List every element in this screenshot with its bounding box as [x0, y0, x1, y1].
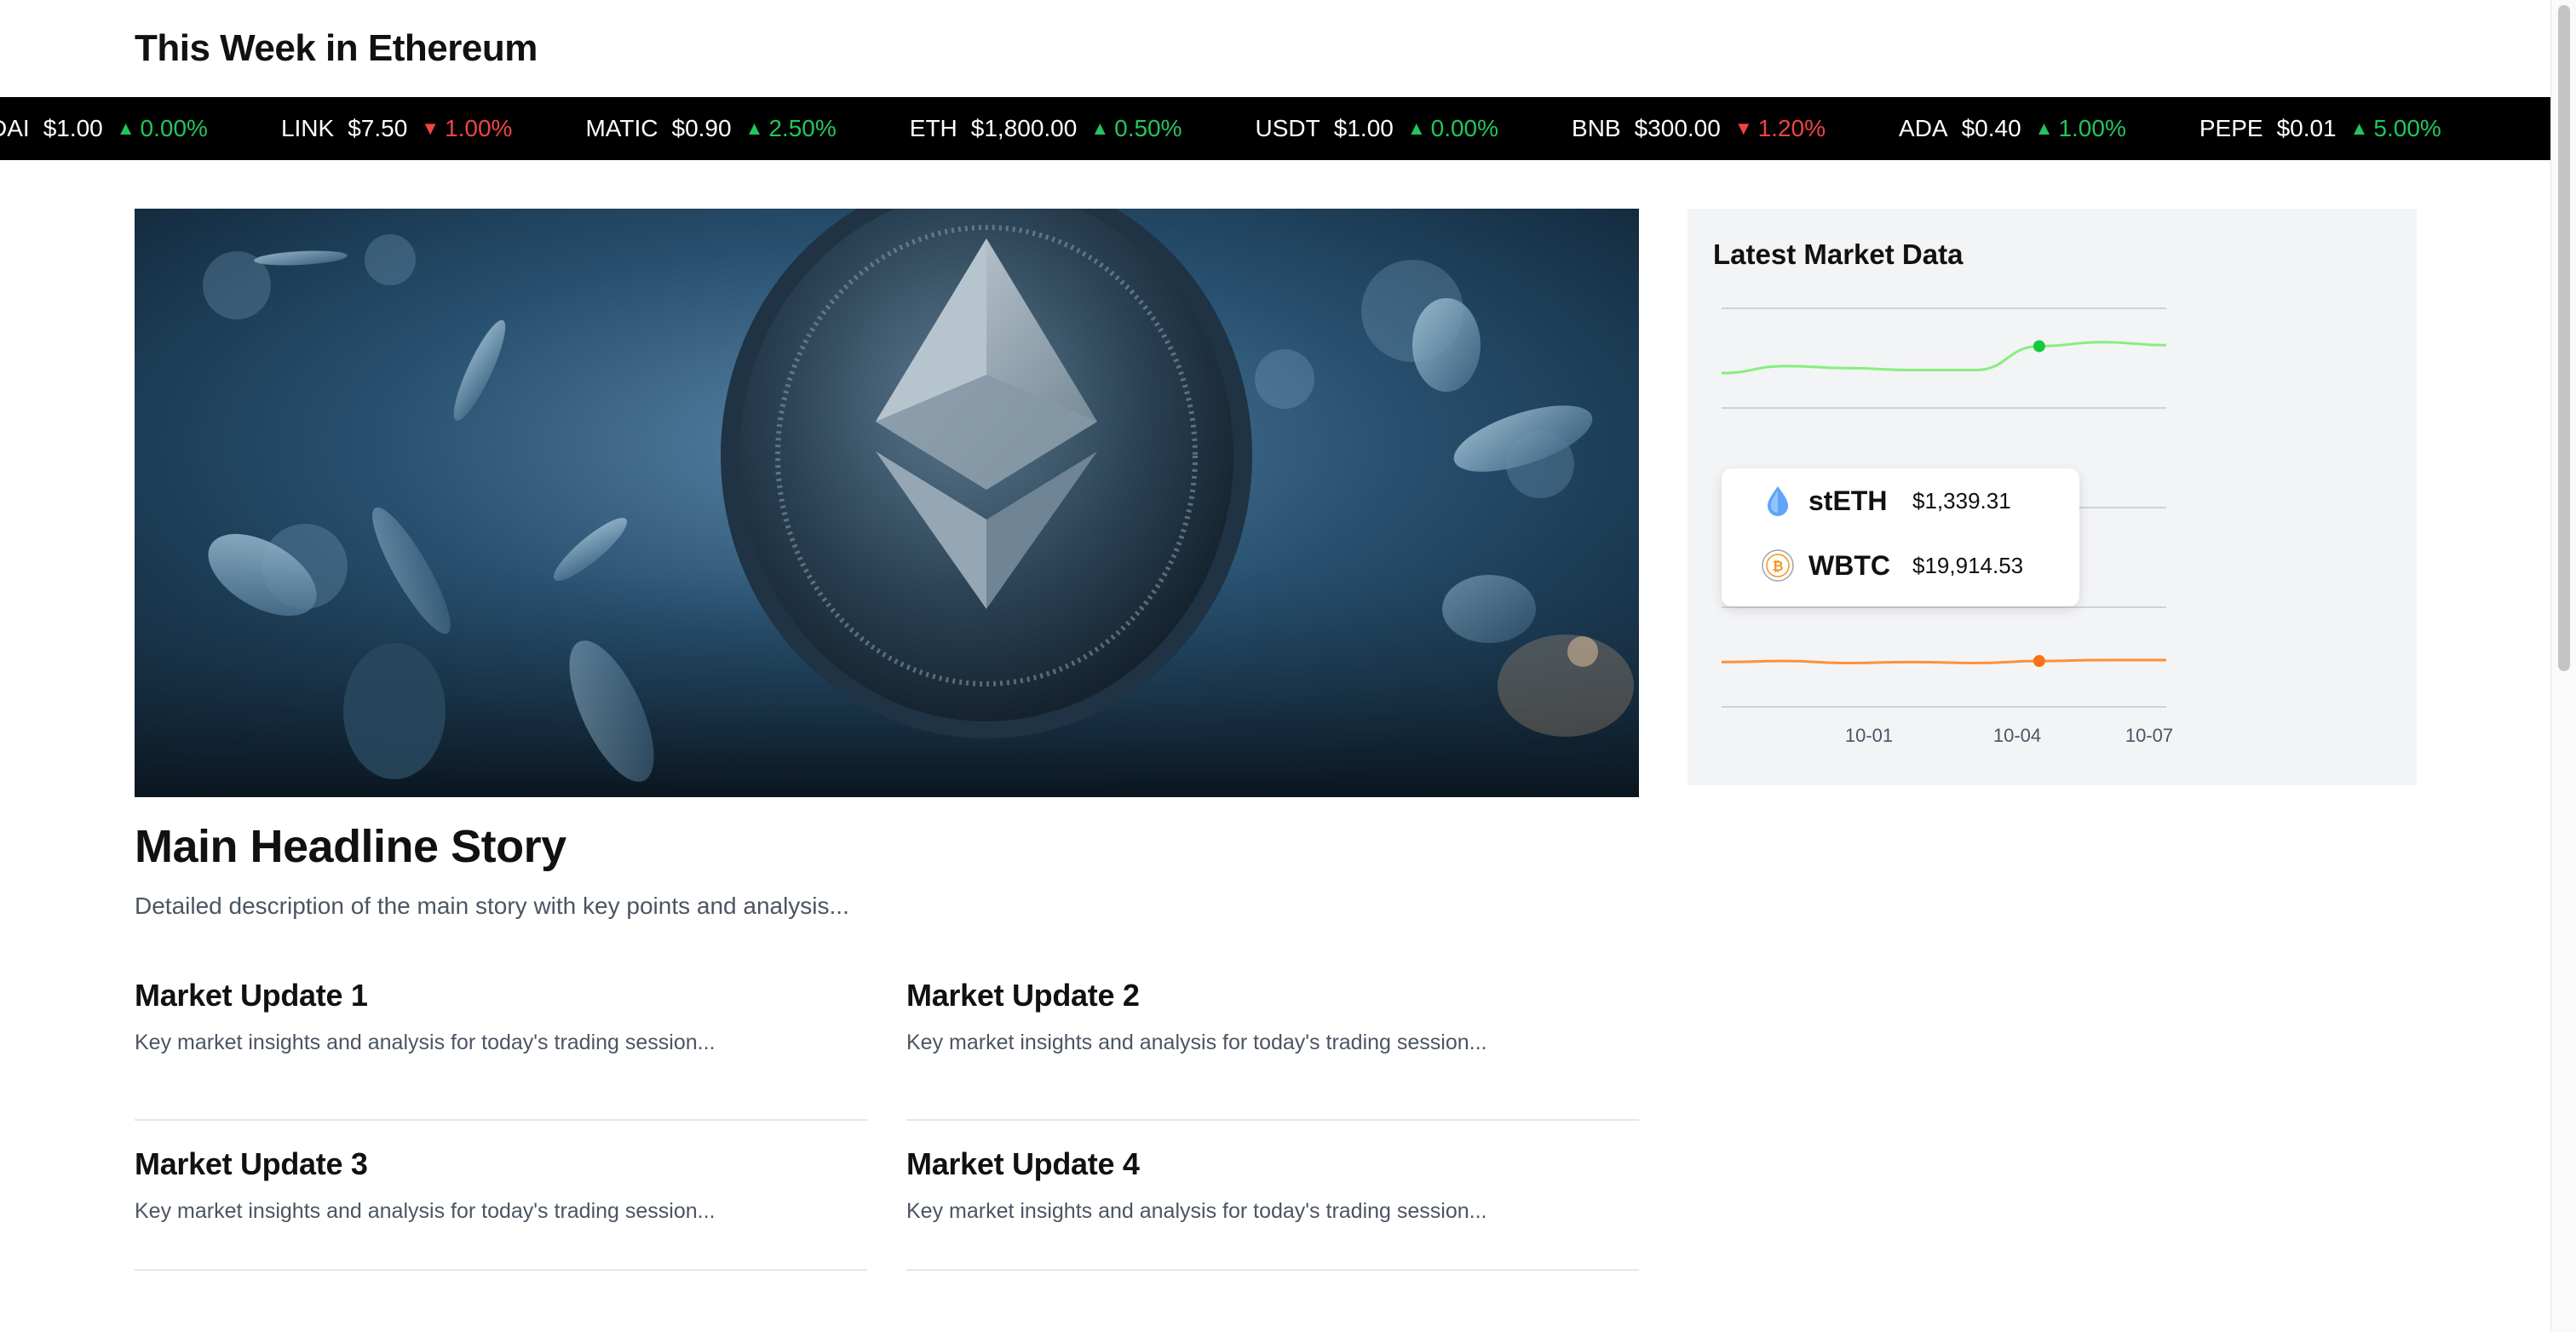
ticker-change-value: 2.50%	[768, 115, 837, 141]
update-title[interactable]: Market Update 4	[906, 1146, 1639, 1182]
tooltip-row-wbtc: ₿ WBTC $19,914.53	[1761, 548, 2023, 583]
update-text: Key market insights and analysis for tod…	[135, 1199, 716, 1223]
ticker-symbol: PEPE	[2199, 115, 2263, 141]
x-tick-label: 10-07	[2125, 725, 2173, 746]
tooltip-row-steth: stETH $1,339.31	[1761, 484, 2011, 518]
ticker-price: $0.90	[671, 115, 732, 141]
ticker-change-value: 1.00%	[445, 115, 513, 141]
page: This Week in Ethereum DAI$1.00▲0.00%LINK…	[0, 0, 2576, 1332]
ethereum-coin-image	[135, 209, 1639, 797]
scroll-thumb[interactable]	[2558, 5, 2570, 671]
ticker-change-value: 0.00%	[140, 115, 208, 141]
x-tick-label: 10-04	[1993, 725, 2041, 746]
market-data-panel: Latest Market Data 10-01 10-04 10-07 stETH…	[1688, 209, 2417, 785]
market-update-card[interactable]: Market Update 2 Key market insights and …	[906, 973, 1639, 1121]
arrow-up-icon: ▲	[1406, 118, 1426, 139]
ticker-item-link[interactable]: LINK $7.50 ▼ 1.00%	[281, 115, 513, 142]
main-description: Detailed description of the main story w…	[135, 893, 849, 919]
ticker-change: ▲ 2.50%	[745, 115, 837, 142]
steth-icon	[1768, 486, 1788, 516]
ticker-item-eth[interactable]: ETH $1,800.00 ▲ 0.50%	[910, 115, 1182, 142]
ticker-change: ▼ 1.00%	[421, 115, 512, 142]
market-update-card[interactable]: Market Update 4 Key market insights and …	[906, 1121, 1639, 1271]
ticker-price: $0.40	[1961, 115, 2021, 141]
market-updates: Market Update 1 Key market insights and …	[135, 973, 1639, 1271]
update-title[interactable]: Market Update 3	[135, 1146, 867, 1182]
arrow-up-icon: ▲	[116, 118, 135, 139]
ticker-price: $300.00	[1634, 115, 1721, 141]
ticker-symbol: USDT	[1255, 115, 1320, 141]
page-scrollbar[interactable]	[2550, 0, 2576, 1332]
ticker-change: ▲ 0.50%	[1090, 115, 1182, 142]
arrow-up-icon: ▲	[1090, 118, 1110, 139]
ticker-change: ▲ 0.00%	[117, 115, 208, 142]
ticker-change-value: 1.00%	[2058, 115, 2126, 141]
ticker-item-matic[interactable]: MATIC $0.90 ▲ 2.50%	[585, 115, 836, 142]
x-tick-label: 10-01	[1845, 725, 1893, 746]
ticker-price: $1.00	[1333, 115, 1394, 141]
tooltip-coin-price: $19,914.53	[1912, 552, 2024, 578]
update-title[interactable]: Market Update 1	[135, 978, 867, 1013]
tooltip-coin-name: stETH	[1808, 485, 1888, 516]
ticker-track: DAI$1.00▲0.00%LINK$7.50▼1.00%MATIC$0.90▲…	[0, 97, 2515, 160]
ticker-symbol: BNB	[1572, 115, 1621, 141]
market-update-card[interactable]: Market Update 3 Key market insights and …	[135, 1121, 867, 1271]
update-text: Key market insights and analysis for tod…	[906, 1031, 1487, 1054]
ticker-item-dai[interactable]: DAI $1.00 ▲0.00%	[0, 115, 208, 142]
hero-image[interactable]	[135, 209, 1639, 797]
svg-text:₿: ₿	[1772, 558, 1783, 574]
ticker-item-bnb[interactable]: BNB $300.00 ▼ 1.20%	[1572, 115, 1826, 142]
ticker-change-value: 0.00%	[1430, 115, 1499, 141]
price-ticker: DAI$1.00▲0.00%LINK$7.50▼1.00%MATIC$0.90▲…	[0, 97, 2550, 160]
ticker-symbol: LINK	[280, 115, 335, 141]
ticker-price: $7.50	[348, 115, 408, 141]
ticker-price: $1,800.00	[970, 115, 1078, 141]
ticker-price: $1.00	[43, 115, 103, 141]
series-point-wbtc	[2033, 655, 2045, 668]
update-text: Key market insights and analysis for tod…	[135, 1031, 716, 1054]
wbtc-icon: ₿	[1762, 549, 1794, 582]
arrow-up-icon: ▲	[2349, 118, 2369, 139]
ticker-change: ▲ 1.00%	[2035, 115, 2126, 142]
ticker-change-value: 1.20%	[1757, 115, 1826, 141]
site-title[interactable]: This Week in Ethereum	[135, 27, 538, 70]
ticker-change: ▼ 1.20%	[1734, 115, 1826, 142]
market-update-card[interactable]: Market Update 1 Key market insights and …	[135, 973, 867, 1121]
ticker-change: ▲ 0.00%	[1407, 115, 1498, 142]
update-text: Key market insights and analysis for tod…	[906, 1199, 1487, 1223]
arrow-down-icon: ▼	[1734, 118, 1753, 139]
arrow-up-icon: ▲	[2034, 118, 2054, 139]
arrow-up-icon: ▲	[745, 118, 764, 139]
market-data-title: Latest Market Data	[1713, 238, 1964, 270]
main-headline[interactable]: Main Headline Story	[135, 820, 566, 873]
ticker-item-usdt[interactable]: USDT $1.00 ▲ 0.00%	[1256, 115, 1499, 142]
ticker-change-value: 5.00%	[2373, 115, 2441, 141]
site-header: This Week in Ethereum	[135, 26, 538, 72]
ticker-item-pepe[interactable]: PEPE $0.01 ▲ 5.00%	[2199, 115, 2441, 142]
ticker-symbol: MATIC	[585, 115, 658, 141]
chart-tooltip: stETH $1,339.31 ₿ WBTC $19,914.53	[1722, 468, 2079, 606]
update-title[interactable]: Market Update 2	[906, 978, 1639, 1013]
tooltip-coin-price: $1,339.31	[1912, 487, 2011, 514]
ticker-symbol: DAI	[0, 115, 30, 141]
ticker-symbol: ETH	[909, 115, 957, 141]
ticker-price: $0.01	[2276, 115, 2337, 141]
series-point-steth	[2033, 340, 2045, 353]
series-line-wbtc	[1721, 658, 2166, 665]
series-line-steth	[1721, 341, 2167, 375]
arrow-down-icon: ▼	[421, 118, 440, 139]
ticker-change: ▲ 5.00%	[2350, 115, 2441, 142]
tooltip-coin-name: WBTC	[1808, 549, 1890, 581]
ticker-item-ada[interactable]: ADA $0.40 ▲ 1.00%	[1899, 115, 2126, 142]
ticker-change-value: 0.50%	[1114, 115, 1182, 141]
ticker-symbol: ADA	[1899, 115, 1948, 141]
